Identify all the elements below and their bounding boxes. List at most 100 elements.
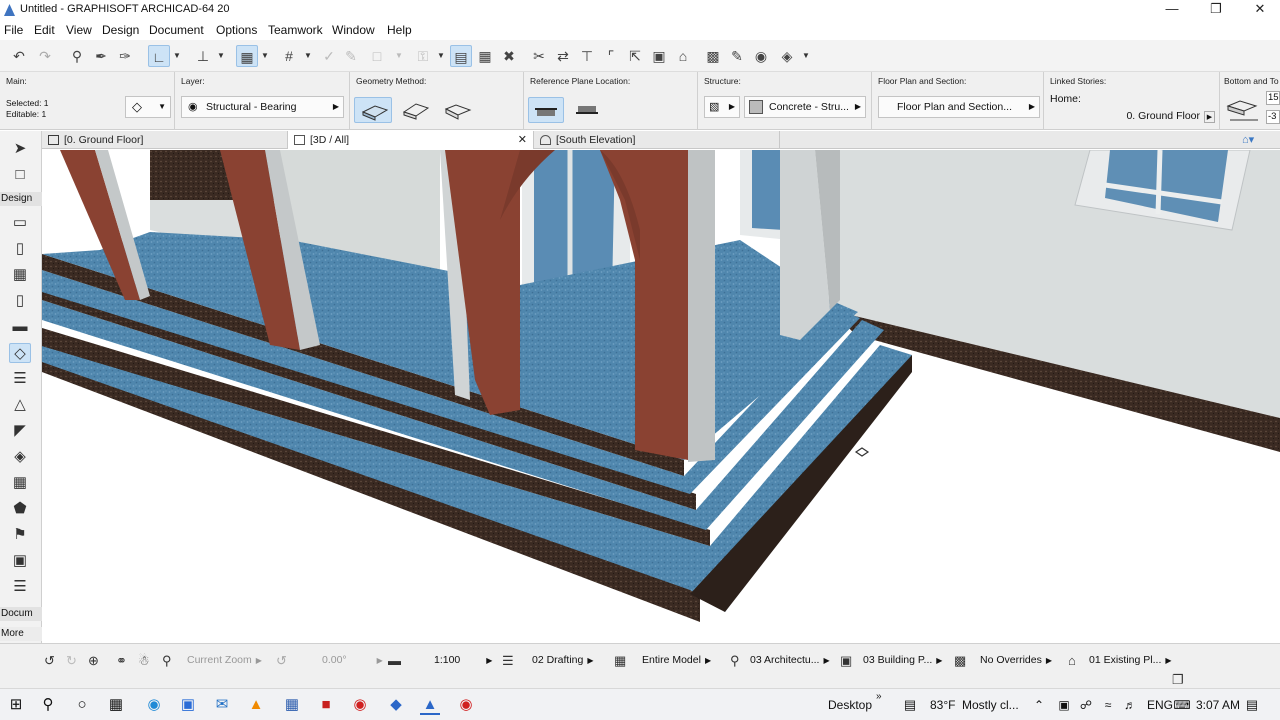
- 3d-viewport[interactable]: [42, 150, 1280, 643]
- clock[interactable]: 3:07 AM: [1196, 698, 1240, 712]
- archicad-taskbar-icon[interactable]: ▲: [420, 695, 440, 715]
- rotate-right-icon[interactable]: ↻: [66, 653, 77, 669]
- store-icon[interactable]: ▣: [178, 695, 198, 715]
- tab-overflow-button[interactable]: ⌂▾: [1242, 133, 1276, 147]
- render-dropdown-icon[interactable]: ▼: [802, 45, 810, 67]
- wifi-icon[interactable]: ≈: [1098, 695, 1118, 715]
- railing-tool-icon[interactable]: ☰: [9, 577, 31, 597]
- shell-tool-icon[interactable]: ◤: [9, 421, 31, 441]
- zoom-search-icon[interactable]: ⚲: [162, 653, 172, 669]
- overrides-select[interactable]: No Overrides ▶: [980, 654, 1052, 666]
- geometry-slanted-button[interactable]: [396, 97, 434, 123]
- angle-field[interactable]: 0.00° ▶: [322, 654, 383, 666]
- close-tab-icon[interactable]: ✕: [518, 131, 527, 149]
- zoom-in-icon[interactable]: ⊕: [88, 653, 99, 669]
- resize-icon[interactable]: ⇱: [624, 45, 646, 67]
- home-icon[interactable]: ⌂: [672, 45, 694, 67]
- solid-ops-icon[interactable]: ▩: [702, 45, 724, 67]
- network-icon[interactable]: ☍: [1076, 695, 1096, 715]
- slab-tool-icon[interactable]: ◇: [9, 343, 31, 363]
- mark-up-icon[interactable]: ◉: [750, 45, 772, 67]
- window-restore-icon[interactable]: ❐: [1172, 672, 1184, 688]
- layer-combo-select[interactable]: 02 Drafting ▶: [532, 654, 594, 666]
- language-indicator[interactable]: ENG: [1147, 698, 1173, 712]
- orbit-icon[interactable]: ⚭: [116, 653, 127, 669]
- design-group-header[interactable]: Design: [0, 192, 42, 206]
- document-group-header[interactable]: Docum: [0, 607, 42, 621]
- building-material-select[interactable]: Concrete - Stru... ▶: [744, 96, 866, 118]
- model-view-select[interactable]: Entire Model ▶: [642, 654, 711, 666]
- tab-ground-floor[interactable]: [0. Ground Floor]: [42, 131, 288, 149]
- fillet-icon[interactable]: ⌜: [600, 45, 622, 67]
- stair-tool-icon[interactable]: ☰: [9, 369, 31, 389]
- wall-tool-icon[interactable]: ▭: [9, 213, 31, 233]
- pen-set-select[interactable]: 03 Architectu... ▶: [750, 654, 830, 666]
- tab-3d-all[interactable]: [3D / All] ✕: [288, 131, 534, 149]
- trace-icon[interactable]: ✎: [726, 45, 748, 67]
- vlc-icon[interactable]: ▲: [246, 695, 266, 715]
- geometry-double-slanted-button[interactable]: [438, 97, 476, 123]
- pick-up-disabled-icon[interactable]: ✎: [340, 45, 362, 67]
- snap-guides-dropdown-icon[interactable]: ▼: [217, 45, 225, 67]
- arrow-tool-icon[interactable]: ➤: [9, 139, 31, 159]
- more-group-header[interactable]: More: [0, 627, 42, 641]
- menu-teamwork[interactable]: Teamwork: [268, 23, 323, 37]
- bottom-offset-input[interactable]: -3: [1266, 110, 1280, 124]
- door-tool-icon[interactable]: ▯: [9, 239, 31, 259]
- menu-view[interactable]: View: [66, 23, 92, 37]
- search-icon[interactable]: ⚲: [38, 695, 58, 715]
- geometry-basic-button[interactable]: [354, 97, 392, 123]
- scale-select[interactable]: 1:100 ▶: [434, 654, 492, 666]
- pointer-disabled-icon[interactable]: ✓: [318, 45, 340, 67]
- desktop-toolbar-label[interactable]: Desktop: [828, 698, 872, 712]
- zoom-select[interactable]: Current Zoom ▶: [187, 654, 262, 666]
- mvo-select[interactable]: 03 Building P... ▶: [863, 654, 942, 666]
- curtain-wall-tool-icon[interactable]: ▦: [9, 473, 31, 493]
- table-icon[interactable]: ▦: [474, 45, 496, 67]
- weather-text[interactable]: Mostly cl...: [962, 698, 1019, 712]
- layer-select[interactable]: ◉ Structural - Bearing ▶: [181, 96, 344, 118]
- redo-icon[interactable]: ↷: [34, 45, 56, 67]
- weather-icon[interactable]: ▤: [900, 695, 920, 715]
- word-icon[interactable]: ▦: [282, 695, 302, 715]
- menu-edit[interactable]: Edit: [34, 23, 55, 37]
- frame-icon[interactable]: ▣: [648, 45, 670, 67]
- intersect-icon[interactable]: ⊤: [576, 45, 598, 67]
- ref-plane-top-button[interactable]: [528, 97, 564, 123]
- mesh-tool-icon[interactable]: ◈: [9, 447, 31, 467]
- menu-window[interactable]: Window: [332, 23, 375, 37]
- weather-temp[interactable]: 83°F: [930, 698, 955, 712]
- lock-icon[interactable]: ⚿: [412, 45, 434, 67]
- snap-guides-icon[interactable]: ⊥: [192, 45, 214, 67]
- lock-dropdown-icon[interactable]: ▼: [437, 45, 445, 67]
- top-offset-input[interactable]: 15: [1266, 91, 1280, 105]
- grid-snap-dropdown-icon[interactable]: ▼: [304, 45, 312, 67]
- window-tool-icon[interactable]: ▦: [9, 265, 31, 285]
- split-icon[interactable]: ✂: [528, 45, 550, 67]
- restore-button[interactable]: ❐: [1194, 0, 1238, 20]
- slab-settings-button[interactable]: ◇ ▼: [125, 96, 171, 118]
- ref-plane-bottom-button[interactable]: [570, 97, 606, 123]
- chevron-icon[interactable]: »: [876, 691, 882, 702]
- rotate-left-icon[interactable]: ↺: [44, 653, 55, 669]
- minimize-button[interactable]: —: [1150, 0, 1194, 20]
- close-button[interactable]: ✕: [1238, 0, 1280, 20]
- cross-icon[interactable]: ✖: [498, 45, 520, 67]
- gravity-dropdown-icon[interactable]: ▼: [261, 45, 269, 67]
- rotation-icon[interactable]: ↺: [276, 653, 287, 669]
- keyboard-icon[interactable]: ⌨: [1172, 695, 1192, 715]
- marquee-tool-icon[interactable]: □: [9, 165, 31, 185]
- render-icon[interactable]: ◈: [776, 45, 798, 67]
- tab-south-elevation[interactable]: [South Elevation]: [534, 131, 780, 149]
- guide-lines-dropdown-icon[interactable]: ▼: [173, 45, 181, 67]
- mail-icon[interactable]: ✉: [212, 695, 232, 715]
- guide-lines-icon[interactable]: ∟: [148, 45, 170, 67]
- group-dropdown-icon[interactable]: ▼: [395, 45, 403, 67]
- beam-tool-icon[interactable]: ▬: [9, 317, 31, 337]
- zone-tool-icon[interactable]: ▣: [9, 551, 31, 571]
- eyedropper-icon[interactable]: ✒: [90, 45, 112, 67]
- tray-chevron-icon[interactable]: ⌃: [1034, 698, 1044, 712]
- find-select-icon[interactable]: ⚲: [66, 45, 88, 67]
- menu-options[interactable]: Options: [216, 23, 257, 37]
- group-icon[interactable]: □: [366, 45, 388, 67]
